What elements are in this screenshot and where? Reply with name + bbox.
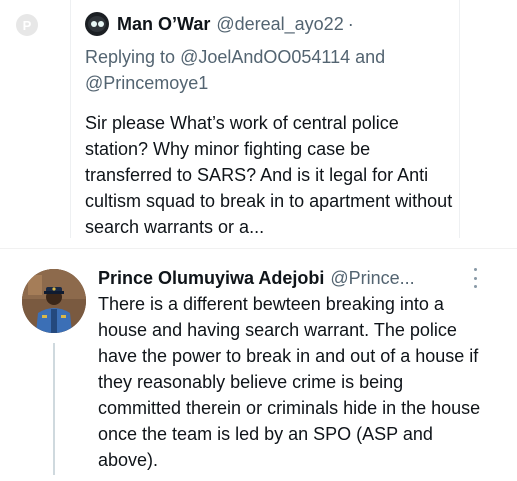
quoted-tweet-card[interactable]: Man O’War @dereal_ayo22 · Replying to @J… — [70, 0, 460, 238]
watermark-letter: P — [22, 17, 32, 33]
header-separator: · — [347, 13, 354, 34]
section-divider — [0, 248, 517, 249]
reply-tweet-text: There is a different bewteen breaking in… — [98, 294, 481, 470]
quoted-author-handle[interactable]: @dereal_ayo22 — [216, 14, 343, 35]
more-vertical-icon[interactable] — [470, 268, 480, 288]
avatar-right-eye — [98, 21, 104, 27]
reply-author-name[interactable]: Prince Olumuyiwa Adejobi — [98, 268, 324, 289]
masked-avatar-icon[interactable] — [85, 12, 109, 36]
quoted-author-name[interactable]: Man O’War — [117, 14, 210, 35]
thread-connector-line — [53, 343, 55, 475]
avatar-left-eye — [91, 21, 97, 27]
more-dot — [473, 268, 477, 271]
reply-author-handle[interactable]: @Prince... — [330, 268, 414, 289]
replying-mention-2[interactable]: @Princemoye1 — [85, 73, 208, 93]
police-officer-photo — [22, 269, 86, 333]
pinterest-watermark-icon: P — [16, 14, 38, 36]
quoted-tweet-text: Sir please What’s work of central police… — [85, 113, 453, 237]
more-dot — [473, 276, 477, 280]
reply-author-avatar[interactable] — [22, 269, 86, 333]
replying-and: and — [355, 47, 386, 67]
reply-tweet-header: Prince Olumuyiwa Adejobi @Prince... — [98, 266, 415, 290]
more-dot — [473, 285, 477, 288]
replying-prefix: Replying to — [85, 47, 176, 67]
quoted-tweet-header: Man O’War @dereal_ayo22 · — [85, 12, 354, 36]
replying-mention-1[interactable]: @JoelAndOO054114 — [180, 47, 350, 67]
replying-to-line: Replying to @JoelAndOO054114 and @Princem… — [85, 44, 455, 96]
